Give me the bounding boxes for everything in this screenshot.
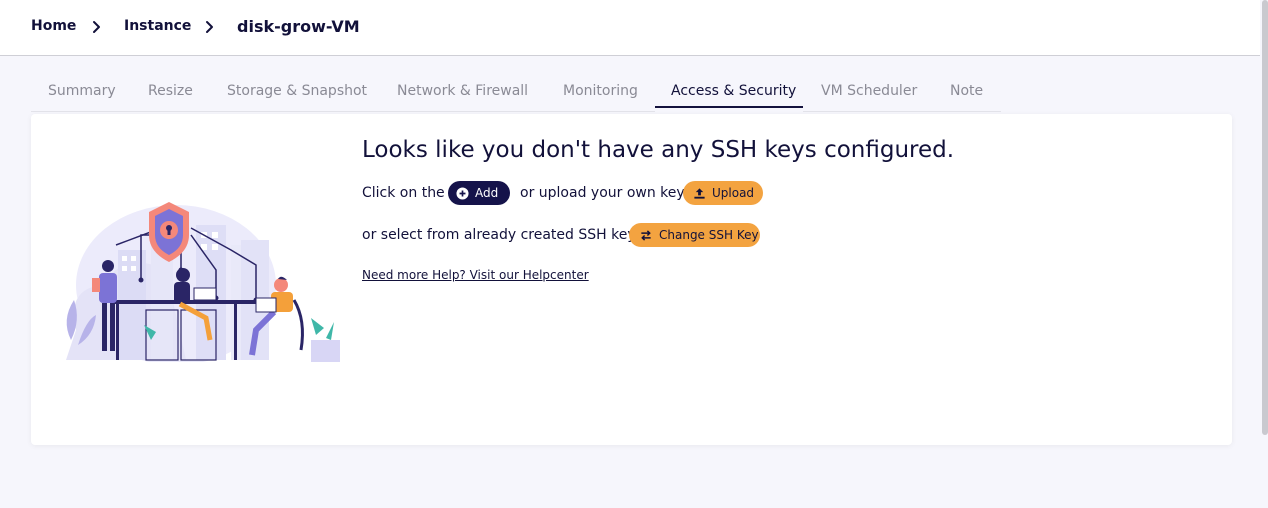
active-tab-indicator [655,106,803,108]
select-existing-text: or select from already created SSH keys [362,227,643,243]
tab-access-security[interactable]: Access & Security [671,83,796,99]
swap-arrows-icon [641,229,651,241]
tab-monitoring[interactable]: Monitoring [563,83,638,99]
instance-tabs: Summary Resize Storage & Snapshot Networ… [0,56,1260,114]
helpcenter-link[interactable]: Need more Help? Visit our Helpcenter [362,268,589,282]
upload-instruction-text: or upload your own key. [520,185,688,201]
tab-network-firewall[interactable]: Network & Firewall [397,83,528,99]
upload-icon [694,187,705,199]
tab-vm-scheduler[interactable]: VM Scheduler [821,83,917,99]
change-ssh-key-button[interactable]: Change SSH Key [629,223,760,247]
change-button-label: Change SSH Key [659,228,759,242]
chevron-right-icon [206,21,213,33]
breadcrumb-instance[interactable]: Instance [124,18,191,34]
tab-storage-snapshot[interactable]: Storage & Snapshot [227,83,367,99]
upload-button-label: Upload [712,186,755,200]
upload-ssh-key-button[interactable]: Upload [683,181,763,205]
add-instruction-prefix: Click on the [362,185,445,201]
empty-state-heading: Looks like you don't have any SSH keys c… [362,137,955,163]
security-team-illustration [66,202,340,362]
page-scrollbar[interactable] [1262,0,1268,435]
tab-summary[interactable]: Summary [48,83,116,99]
add-ssh-key-button[interactable]: Add [448,181,510,205]
tab-note[interactable]: Note [950,83,983,99]
breadcrumb-current: disk-grow-VM [237,17,360,36]
add-button-label: Add [475,186,499,200]
chevron-right-icon [93,21,100,33]
plus-circle-icon [456,186,469,200]
tab-resize[interactable]: Resize [148,83,193,99]
breadcrumb-home[interactable]: Home [31,18,76,34]
tab-bar-divider [803,111,1001,112]
top-bar: Home Instance disk-grow-VM [0,0,1260,56]
tab-bar-divider [31,111,655,112]
